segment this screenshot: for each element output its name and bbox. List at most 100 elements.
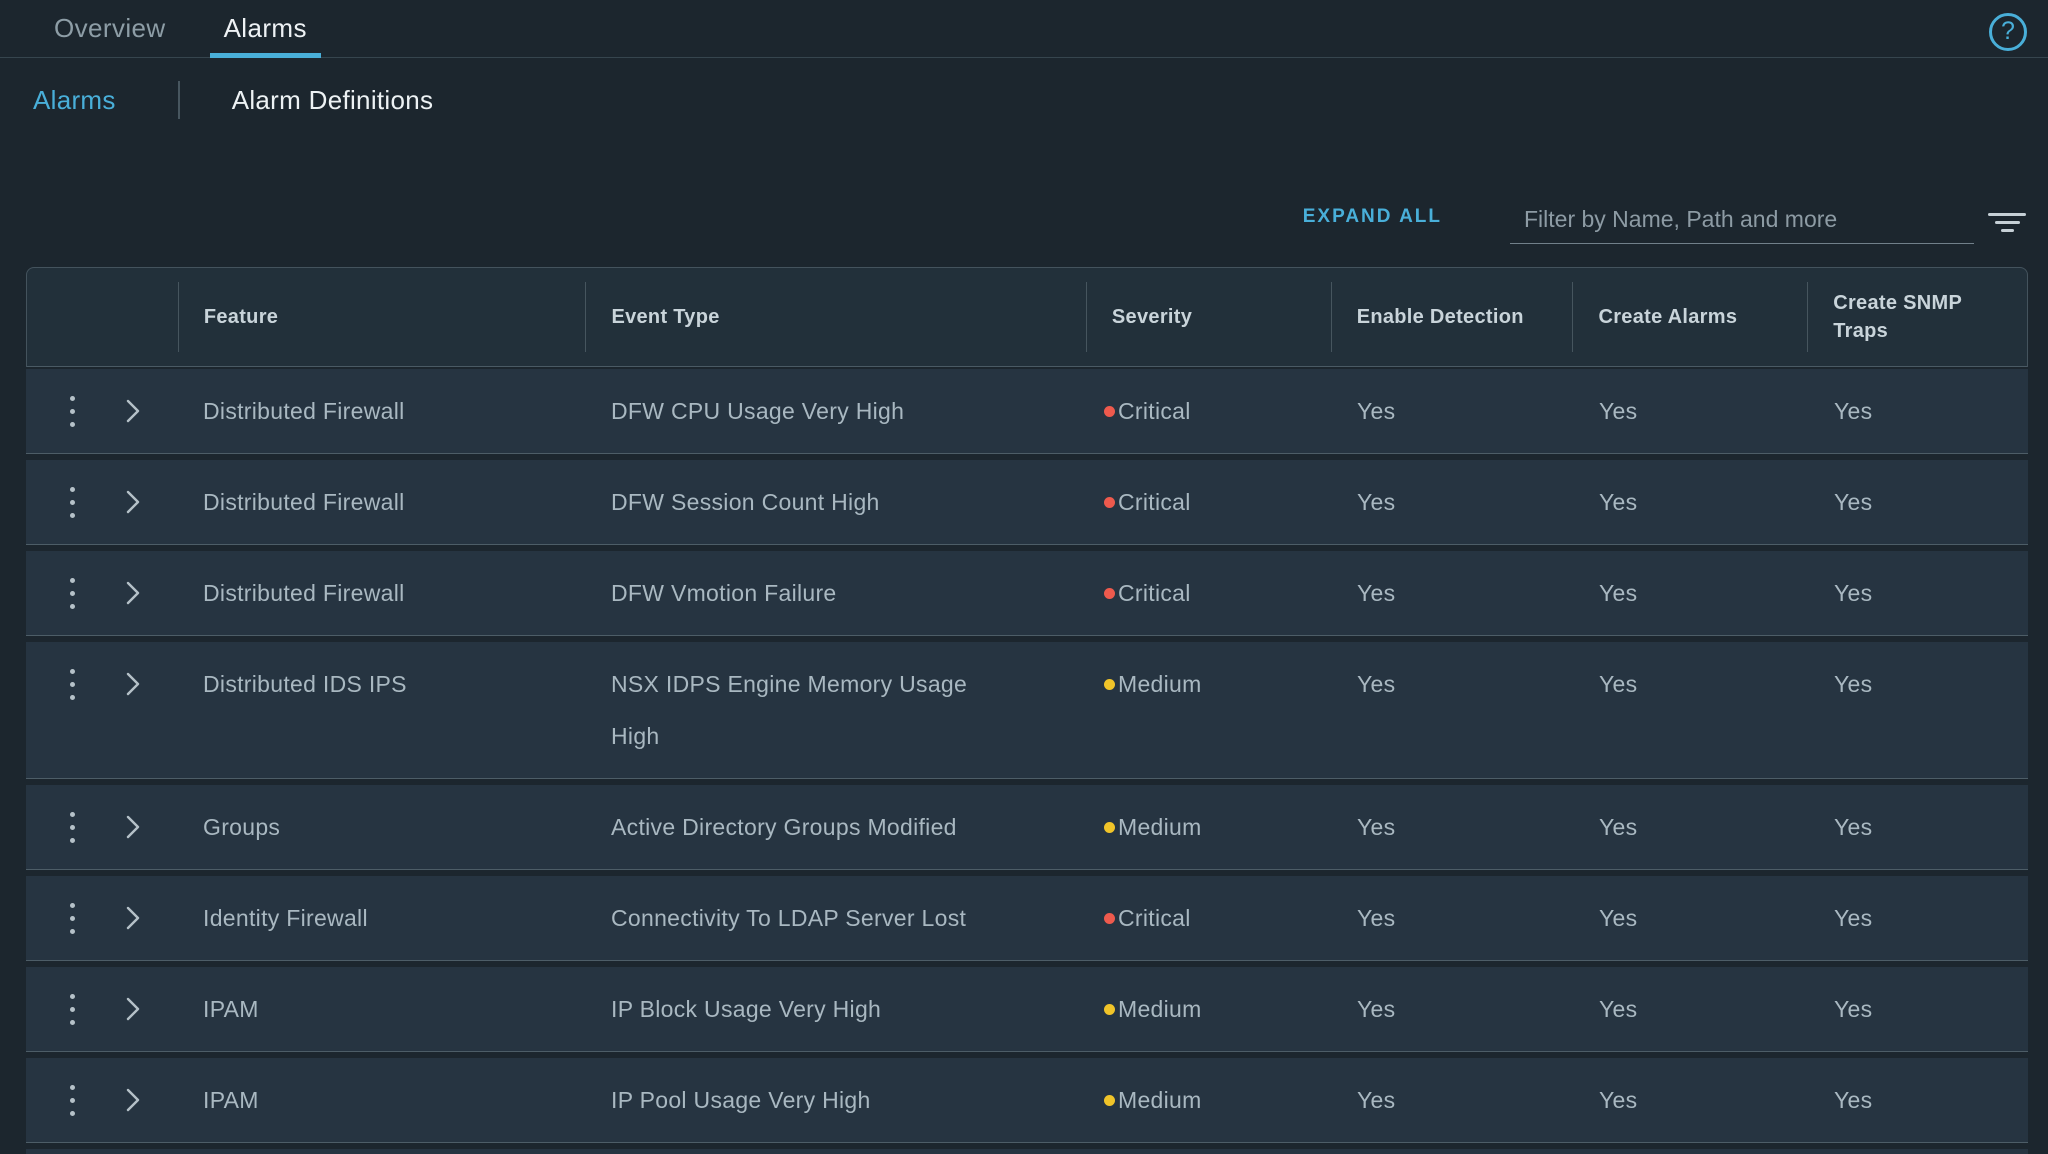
cell-create-snmp-traps: Yes	[1808, 785, 2028, 869]
tab-overview[interactable]: Overview	[40, 0, 180, 57]
cell-create-alarms: Yes	[1573, 460, 1808, 544]
chevron-right-icon	[125, 580, 141, 606]
table-row: IPAM IP Block Usage Very High Medium Yes…	[26, 967, 2028, 1052]
alarm-definitions-table: Feature Event Type Severity Enable Detec…	[26, 267, 2028, 1154]
severity-dot-icon	[1104, 406, 1115, 417]
severity-dot-icon	[1104, 497, 1115, 508]
row-expand-chevron[interactable]	[125, 814, 141, 840]
cell-feature: Distributed Firewall	[177, 551, 585, 635]
severity-dot-icon	[1104, 1004, 1115, 1015]
cell-feature: IPAM	[177, 1058, 585, 1142]
row-actions-cell	[26, 785, 177, 869]
table-header-row: Feature Event Type Severity Enable Detec…	[26, 267, 2028, 367]
row-menu-button[interactable]	[64, 665, 81, 704]
cell-event-type: DFW Session Count High	[585, 460, 1086, 544]
cell-event-type: DFW CPU Usage Very High	[585, 369, 1086, 453]
cell-create-alarms: Yes	[1573, 967, 1808, 1051]
table-row: Distributed Firewall DFW Vmotion Failure…	[26, 551, 2028, 636]
cell-severity: Critical	[1086, 460, 1331, 544]
row-actions-cell	[26, 369, 177, 453]
severity-label: Critical	[1118, 905, 1191, 932]
cell-event-type: Connectivity To LDAP Server Lost	[585, 876, 1086, 960]
cell-event-type: NSX IDPS Engine Memory Usage High	[585, 642, 1086, 778]
row-actions-cell	[26, 967, 177, 1051]
row-expand-chevron[interactable]	[125, 489, 141, 515]
filter-icon[interactable]	[1988, 213, 2026, 232]
row-expand-chevron[interactable]	[125, 1087, 141, 1113]
row-expand-chevron[interactable]	[125, 905, 141, 931]
cell-feature: Distributed IDS IPS	[177, 642, 585, 726]
cell-event-type: DFW Vmotion Failure	[585, 551, 1086, 635]
tab-alarms[interactable]: Alarms	[210, 0, 321, 57]
row-menu-button[interactable]	[64, 1081, 81, 1120]
cell-feature: IPAM	[177, 967, 585, 1051]
row-menu-button[interactable]	[64, 392, 81, 431]
row-expand-chevron[interactable]	[125, 398, 141, 424]
row-actions-cell	[26, 876, 177, 960]
header-cell-event-type: Event Type	[585, 268, 1085, 366]
breadcrumb-alarms-link[interactable]: Alarms	[33, 85, 116, 116]
table-row: IPAM IP Pool Usage Very High Medium Yes …	[26, 1058, 2028, 1143]
cell-create-alarms: Yes	[1573, 785, 1808, 869]
cell-feature: Distributed Firewall	[177, 369, 585, 453]
chevron-right-icon	[125, 905, 141, 931]
header-cell-severity: Severity	[1086, 268, 1331, 366]
table-row: Identity Firewall Connectivity To LDAP S…	[26, 876, 2028, 961]
row-expand-chevron[interactable]	[125, 580, 141, 606]
cell-create-snmp-traps: Yes	[1808, 460, 2028, 544]
cell-create-alarms: Yes	[1573, 551, 1808, 635]
chevron-right-icon	[125, 814, 141, 840]
cell-severity: Critical	[1086, 876, 1331, 960]
chevron-right-icon	[125, 671, 141, 697]
severity-dot-icon	[1104, 679, 1115, 690]
row-actions-cell	[26, 642, 177, 726]
header-cell-actions	[27, 268, 178, 366]
cell-enable-detection: Yes	[1331, 369, 1573, 453]
severity-dot-icon	[1104, 588, 1115, 599]
cell-enable-detection: Yes	[1331, 551, 1573, 635]
cell-create-alarms: Yes	[1573, 1058, 1808, 1142]
chevron-right-icon	[125, 398, 141, 424]
filter-input[interactable]	[1510, 206, 1974, 244]
cell-enable-detection: Yes	[1331, 460, 1573, 544]
expand-all-button[interactable]: EXPAND ALL	[1303, 206, 1442, 228]
severity-dot-icon	[1104, 1095, 1115, 1106]
row-menu-button[interactable]	[64, 899, 81, 938]
cell-severity: Medium	[1086, 642, 1331, 726]
row-menu-button[interactable]	[64, 574, 81, 613]
cell-event-type: IP Pool Usage Very High	[585, 1058, 1086, 1142]
row-expand-chevron[interactable]	[125, 671, 141, 697]
cell-feature: Identity Firewall	[177, 876, 585, 960]
header-cell-create-snmp-traps: Create SNMP Traps	[1807, 268, 2027, 366]
table-row: Distributed Firewall DFW Session Count H…	[26, 460, 2028, 545]
cell-enable-detection: Yes	[1331, 642, 1573, 726]
cell-severity: Medium	[1086, 967, 1331, 1051]
chevron-right-icon	[125, 489, 141, 515]
cell-enable-detection: Yes	[1331, 967, 1573, 1051]
severity-label: Medium	[1118, 671, 1202, 698]
row-menu-button[interactable]	[64, 483, 81, 522]
cell-severity: Critical	[1086, 551, 1331, 635]
cell-create-snmp-traps: Yes	[1808, 369, 2028, 453]
table-row-partial	[26, 1149, 2028, 1154]
header-cell-enable-detection: Enable Detection	[1331, 268, 1573, 366]
row-menu-button[interactable]	[64, 808, 81, 847]
cell-create-snmp-traps: Yes	[1808, 1058, 2028, 1142]
cell-severity: Critical	[1086, 369, 1331, 453]
help-icon[interactable]: ?	[1989, 13, 2027, 51]
cell-enable-detection: Yes	[1331, 785, 1573, 869]
cell-enable-detection: Yes	[1331, 876, 1573, 960]
table-row: Distributed Firewall DFW CPU Usage Very …	[26, 369, 2028, 454]
breadcrumb-separator	[178, 81, 180, 119]
table-row: Groups Active Directory Groups Modified …	[26, 785, 2028, 870]
row-expand-chevron[interactable]	[125, 996, 141, 1022]
top-tab-bar: Overview Alarms ?	[0, 0, 2048, 58]
row-actions-cell	[26, 1058, 177, 1142]
header-cell-feature: Feature	[178, 268, 586, 366]
cell-create-alarms: Yes	[1573, 369, 1808, 453]
cell-create-alarms: Yes	[1573, 642, 1808, 726]
row-actions-cell	[26, 460, 177, 544]
cell-create-snmp-traps: Yes	[1808, 551, 2028, 635]
breadcrumb: Alarms Alarm Definitions	[33, 78, 2048, 122]
row-menu-button[interactable]	[64, 990, 81, 1029]
